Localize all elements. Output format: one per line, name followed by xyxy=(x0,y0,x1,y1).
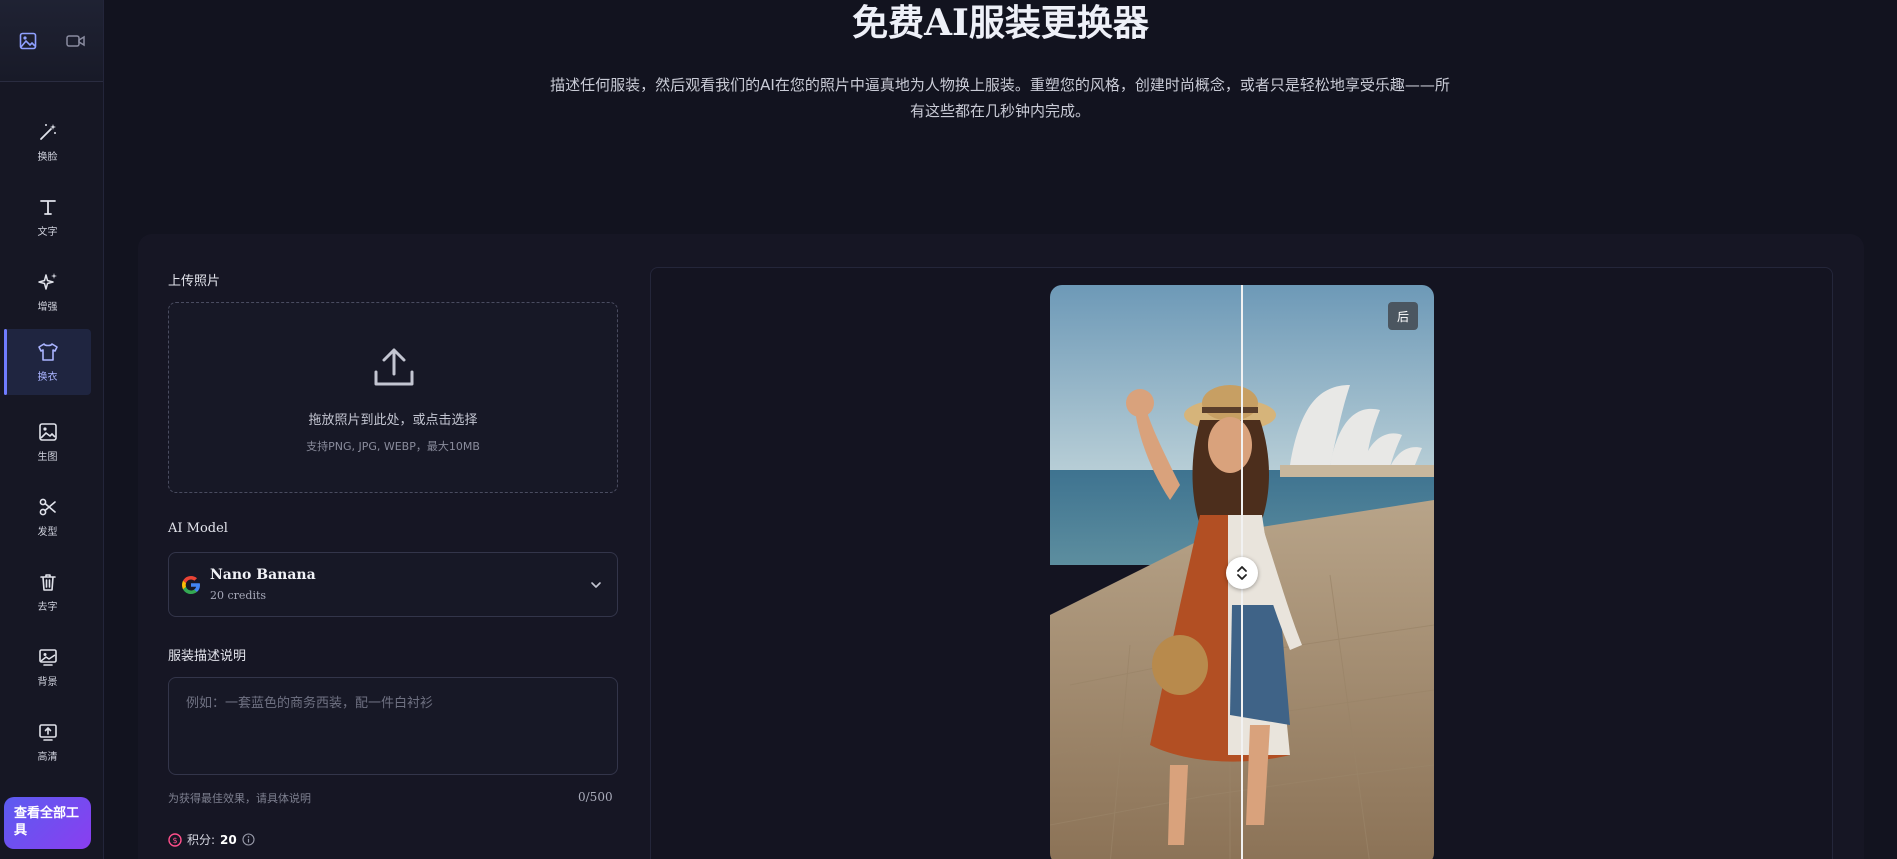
sparkle-icon xyxy=(37,272,57,290)
description-label: 服装描述说明 xyxy=(168,649,247,664)
sidebar-item-label: 增强 xyxy=(37,301,58,313)
upload-label: 上传照片 xyxy=(168,274,221,289)
sidebar-item-remove-text[interactable]: 去字 xyxy=(4,559,91,625)
sidebar-item-label: 背景 xyxy=(37,676,58,688)
sidebar-item-hairstyle[interactable]: 发型 xyxy=(4,484,91,550)
upscale-icon xyxy=(38,723,57,741)
sidebar-item-enhance[interactable]: 增强 xyxy=(4,259,91,325)
sidebar-item-label: 生图 xyxy=(37,451,58,463)
upload-icon xyxy=(374,348,414,386)
model-label: AI Model xyxy=(168,521,228,536)
points-label: 积分: xyxy=(187,833,216,847)
model-select[interactable]: Nano Banana 20 credits xyxy=(168,552,618,617)
sidebar: 换脸 文字 增强 换衣 生图 发型 去字 背景 高清 查看全部工具 xyxy=(0,0,104,859)
outfit-description-input[interactable]: 例如：一套蓝色的商务西装，配一件白衬衫 xyxy=(168,677,618,775)
upload-dropzone[interactable]: 拖放照片到此处，或点击选择 支持PNG, JPG, WEBP，最大10MB xyxy=(168,302,618,493)
after-badge: 后 xyxy=(1388,302,1418,330)
shirt-icon xyxy=(37,342,58,361)
magic-wand-icon xyxy=(39,123,56,140)
sidebar-item-face-swap[interactable]: 换脸 xyxy=(4,109,91,175)
chevron-up-down-icon xyxy=(1237,566,1247,580)
upload-sub-text: 支持PNG, JPG, WEBP，最大10MB xyxy=(306,440,480,453)
sidebar-item-label: 发型 xyxy=(37,526,58,538)
sidebar-item-upscale[interactable]: 高清 xyxy=(4,709,91,775)
sidebar-item-label: 换衣 xyxy=(37,371,58,383)
sidebar-item-label: 换脸 xyxy=(37,151,58,163)
coin-icon: $ xyxy=(168,832,182,847)
image-icon[interactable] xyxy=(16,29,40,53)
sidebar-item-label: 高清 xyxy=(37,751,58,763)
sidebar-mode-switch xyxy=(0,0,103,82)
sidebar-item-text[interactable]: 文字 xyxy=(4,184,91,250)
sidebar-item-outfit-swap[interactable]: 换衣 xyxy=(4,329,91,395)
chevron-down-icon xyxy=(591,582,601,588)
google-icon xyxy=(182,576,200,594)
points-display: $ 积分: 20 xyxy=(168,831,255,848)
video-icon[interactable] xyxy=(64,29,88,53)
image-icon xyxy=(38,422,57,441)
upload-main-text: 拖放照片到此处，或点击选择 xyxy=(308,413,478,428)
sidebar-item-label: 文字 xyxy=(37,226,58,238)
background-icon xyxy=(38,648,57,666)
description-hint: 为获得最佳效果，请具体说明 xyxy=(168,792,311,805)
scissors-icon xyxy=(39,498,56,515)
character-count: 0/500 xyxy=(578,790,613,804)
info-icon[interactable] xyxy=(242,833,255,846)
view-all-tools-button[interactable]: 查看全部工具 xyxy=(4,797,91,849)
svg-text:$: $ xyxy=(172,836,177,845)
sidebar-item-generate[interactable]: 生图 xyxy=(4,409,91,475)
trash-icon xyxy=(39,573,56,591)
sidebar-item-label: 去字 xyxy=(37,601,58,613)
page-subtitle: 描述任何服装，然后观看我们的AI在您的照片中逼真地为人物换上服装。重塑您的风格，… xyxy=(550,76,1450,120)
model-credits: 20 credits xyxy=(210,589,267,602)
text-icon xyxy=(39,199,56,215)
compare-slider-handle[interactable] xyxy=(1226,557,1258,589)
page-title: 免费AI服装更换器 xyxy=(852,2,1149,44)
sidebar-item-background[interactable]: 背景 xyxy=(4,634,91,700)
points-value: 20 xyxy=(220,832,237,847)
model-name: Nano Banana xyxy=(210,567,316,583)
